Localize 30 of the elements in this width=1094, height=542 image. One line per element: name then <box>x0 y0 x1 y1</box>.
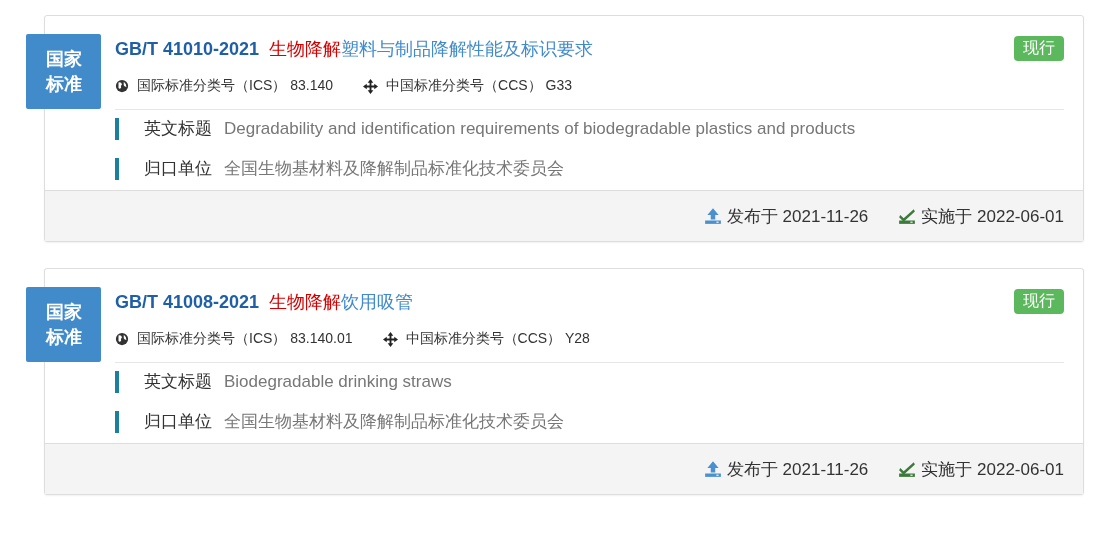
standard-code[interactable]: GB/T 41008-2021 <box>115 291 260 313</box>
check-icon <box>898 207 917 225</box>
field-label: 归口单位 <box>144 158 212 180</box>
status-tag: 现行 <box>1014 36 1064 61</box>
standard-code[interactable]: GB/T 41010-2021 <box>115 38 260 60</box>
field-value: Biodegradable drinking straws <box>224 371 452 393</box>
ics-classification: 国际标准分类号（ICS） 83.140 <box>137 77 334 95</box>
field-value: 全国生物基材料及降解制品标准化技术委员会 <box>224 158 564 180</box>
category-badge: 国家标准 <box>26 287 101 362</box>
field-label: 英文标题 <box>144 118 212 140</box>
upload-icon <box>703 460 722 478</box>
standard-title[interactable]: 生物降解饮用吸管 <box>269 289 414 314</box>
category-badge: 国家标准 <box>26 34 101 109</box>
field-value: Degradability and identification requirements of biodegradable plastics and products <box>224 118 856 140</box>
publish-date: 发布于 2021-11-26 <box>726 458 869 481</box>
standard-title[interactable]: 生物降解塑料与制品降解性能及标识要求 <box>269 36 594 61</box>
field-value: 全国生物基材料及降解制品标准化技术委员会 <box>224 411 564 433</box>
ics-classification: 国际标准分类号（ICS） 83.140.01 <box>137 330 353 348</box>
ccs-classification: 中国标准分类号（CCS） G33 <box>386 77 572 95</box>
field-label: 归口单位 <box>144 411 212 433</box>
effective-date: 实施于 2022-06-01 <box>921 205 1064 228</box>
upload-icon <box>703 207 722 225</box>
publish-date: 发布于 2021-11-26 <box>726 205 869 228</box>
globe-icon <box>115 79 129 93</box>
status-tag: 现行 <box>1014 289 1064 314</box>
globe-icon <box>115 332 129 346</box>
field-label: 英文标题 <box>144 371 212 393</box>
ccs-classification: 中国标准分类号（CCS） Y28 <box>405 330 590 348</box>
check-icon <box>898 460 917 478</box>
effective-date: 实施于 2022-06-01 <box>921 458 1064 481</box>
